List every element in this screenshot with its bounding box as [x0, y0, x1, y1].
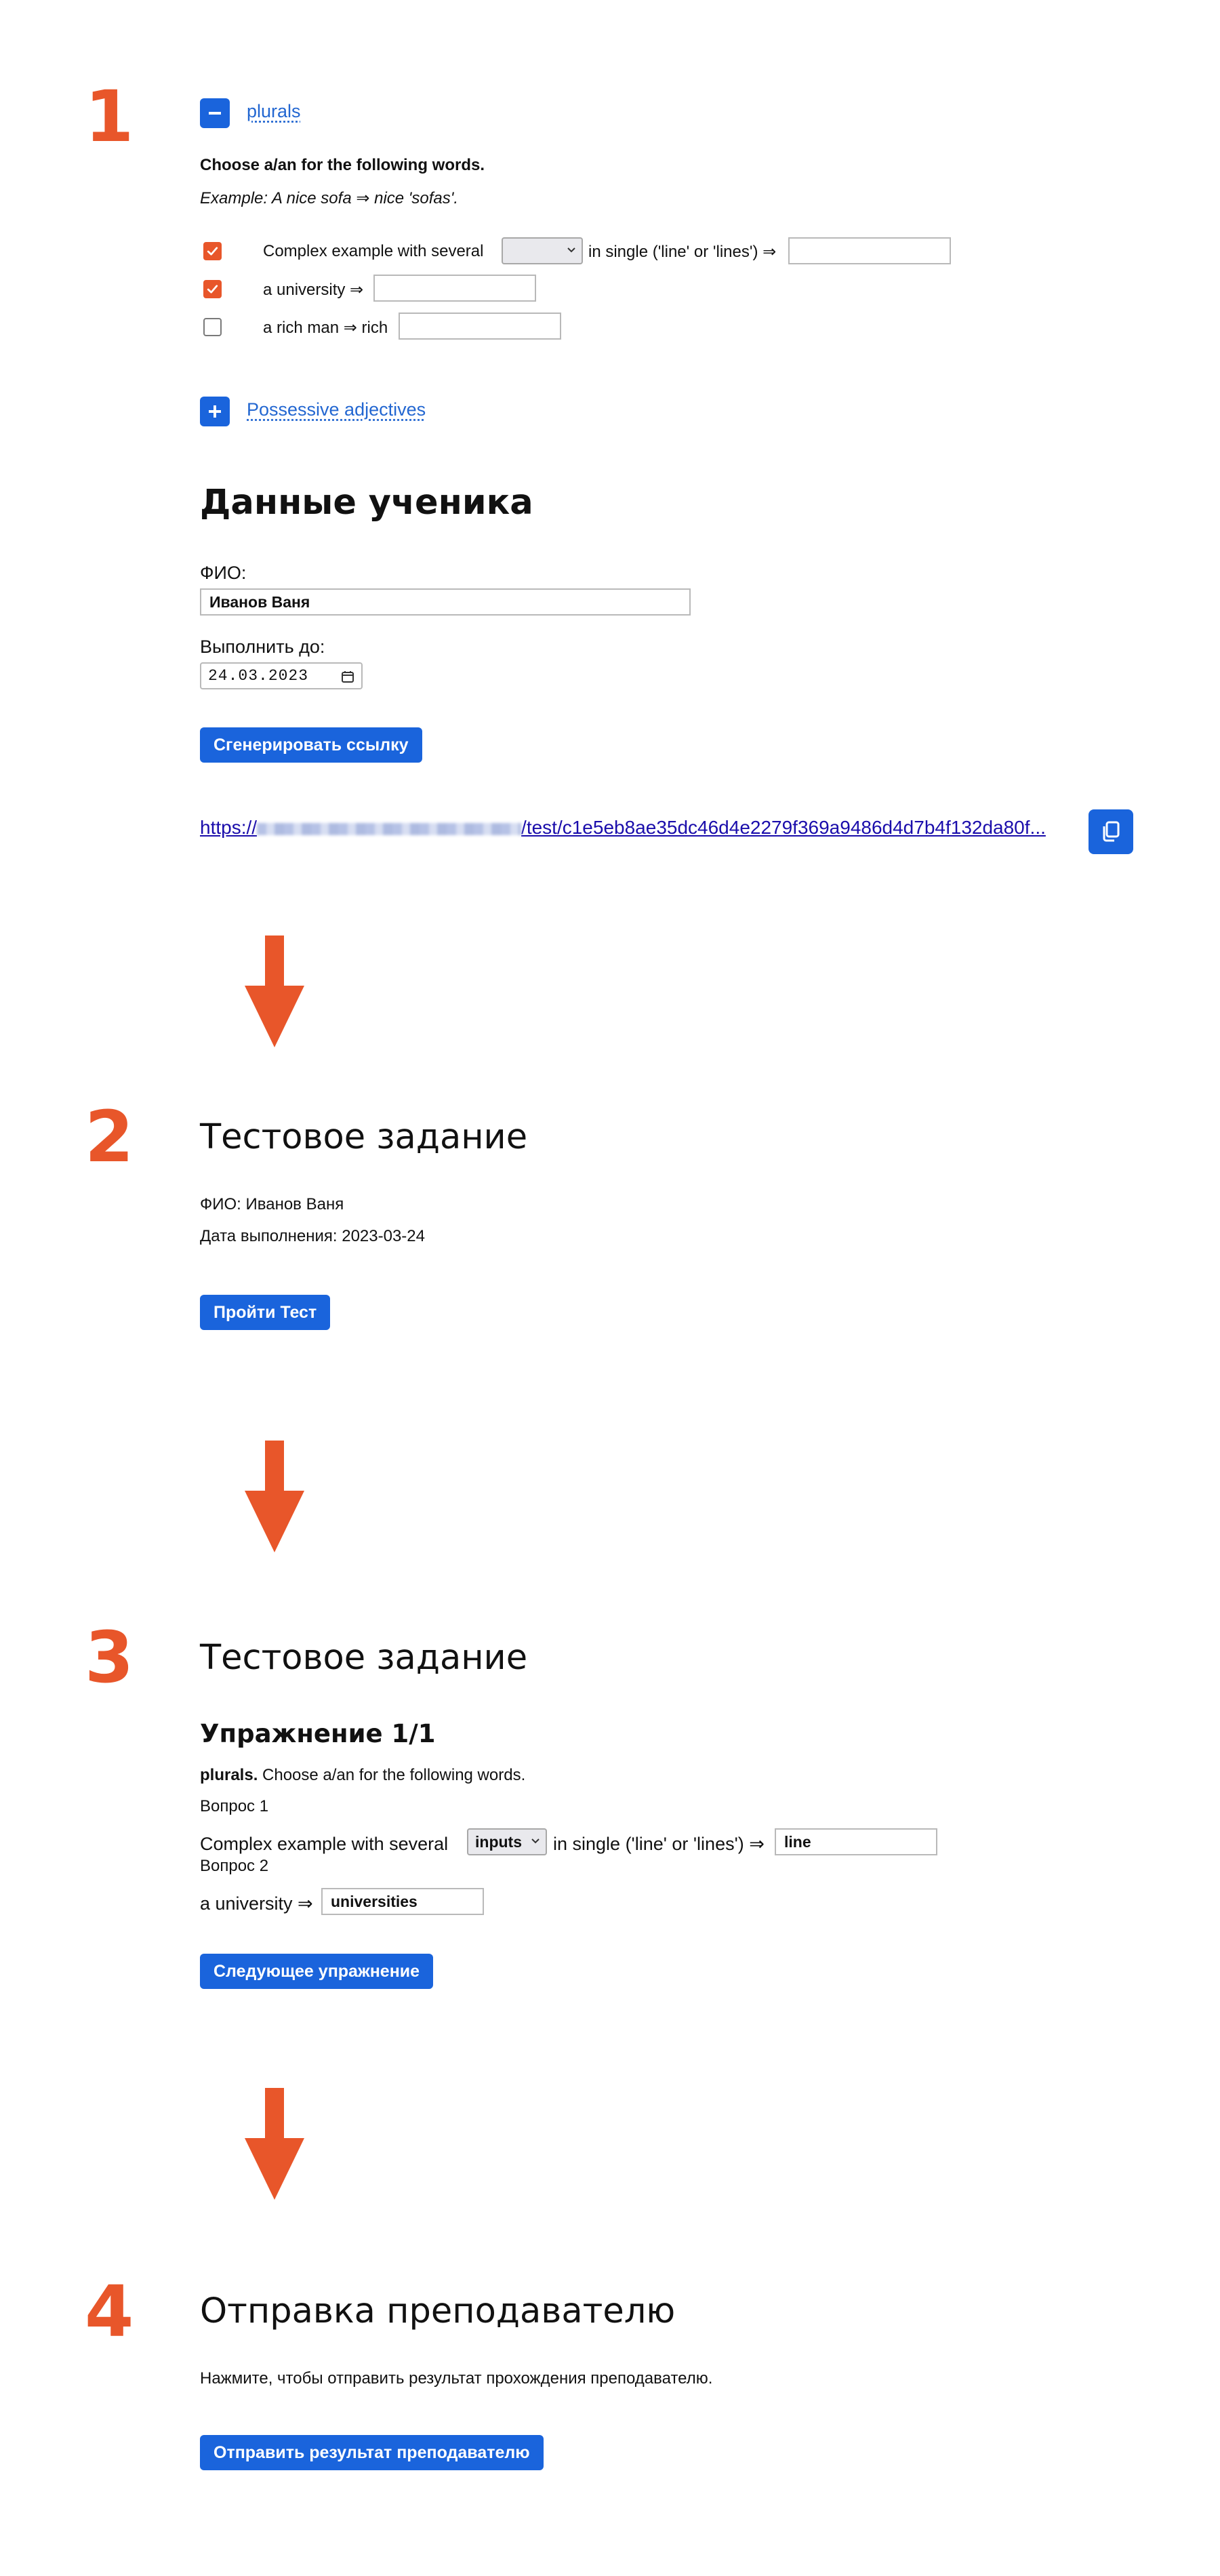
q1-prefix: Complex example with several: [200, 1834, 449, 1854]
q1-select-value: inputs: [475, 1832, 522, 1851]
name-label: ФИО:: [200, 563, 247, 583]
exercise-topic: plurals. Choose a/an for the following w…: [200, 1766, 525, 1785]
step-number-4: 4: [85, 2270, 134, 2353]
row1-prefix: Complex example with several: [263, 242, 484, 260]
plus-icon: [209, 405, 221, 418]
task-example: Example: A nice sofa ⇒ nice 'sofas'.: [200, 189, 458, 207]
student-heading: Данные ученика: [200, 483, 533, 523]
topic-link-plurals[interactable]: plurals: [247, 101, 301, 122]
arrow-down-icon: [245, 935, 304, 1047]
row2-prefix: a university ⇒: [263, 281, 364, 299]
due-date-value: 24.03.2023: [208, 667, 309, 685]
link-prefix: https://: [200, 817, 258, 838]
row1-answer-input[interactable]: [788, 237, 951, 264]
question-1-label: Вопрос 1: [200, 1797, 269, 1815]
task-instruction: Choose a/an for the following words.: [200, 156, 485, 174]
name-input[interactable]: [200, 588, 691, 616]
chevron-down-icon: [531, 1838, 540, 1844]
row2-checkbox[interactable]: [203, 280, 222, 298]
send-description: Нажмите, чтобы отправить результат прохо…: [200, 2369, 713, 2388]
q1-middle: in single ('line' or 'lines') ⇒: [553, 1834, 765, 1854]
checkmark-icon: [207, 247, 218, 256]
row3-prefix: a rich man ⇒ rich: [263, 319, 388, 337]
exercise-heading: Тестовое задание: [200, 1638, 528, 1678]
row3-checkbox[interactable]: [203, 318, 222, 336]
row1-select[interactable]: [502, 237, 583, 264]
row1-checkbox[interactable]: [203, 242, 222, 260]
row2-answer-input[interactable]: [373, 275, 536, 302]
q2-answer-input[interactable]: [321, 1888, 484, 1915]
minus-icon: [209, 112, 221, 115]
generate-link-button[interactable]: Сгенерировать ссылку: [200, 727, 422, 763]
expand-possessive-button[interactable]: [200, 397, 230, 426]
step-number-3: 3: [85, 1616, 134, 1699]
step-number-2: 2: [85, 1095, 134, 1178]
due-date-input[interactable]: 24.03.2023: [200, 662, 363, 689]
question-2-label: Вопрос 2: [200, 1857, 269, 1875]
q2-prefix: a university ⇒: [200, 1893, 313, 1914]
calendar-icon[interactable]: [341, 670, 354, 683]
topic-link-possessive[interactable]: Possessive adjectives: [247, 399, 426, 420]
arrow-down-icon: [245, 2088, 304, 2200]
next-exercise-button[interactable]: Следующее упражнение: [200, 1954, 434, 1989]
row3-answer-input[interactable]: [399, 313, 561, 340]
arrow-down-icon: [245, 1441, 304, 1552]
chevron-down-icon: [567, 247, 575, 253]
redacted-host: [257, 822, 522, 835]
send-heading: Отправка преподавателю: [200, 2291, 676, 2331]
exercise-topic-name: plurals.: [200, 1766, 258, 1784]
q1-select[interactable]: inputs: [467, 1828, 547, 1855]
collapse-plurals-button[interactable]: [200, 98, 230, 128]
step-number-1: 1: [85, 75, 134, 158]
test-intro-heading: Тестовое задание: [200, 1117, 528, 1157]
row1-middle: in single ('line' or 'lines') ⇒: [588, 243, 777, 261]
due-date-label: Выполнить до:: [200, 637, 325, 657]
exercise-topic-text: Choose a/an for the following words.: [258, 1766, 526, 1784]
test-intro-date: Дата выполнения: 2023-03-24: [200, 1227, 425, 1245]
exercise-subheading: Упражнение 1/1: [200, 1719, 436, 1748]
checkmark-icon: [207, 285, 218, 294]
start-test-button[interactable]: Пройти Тест: [200, 1295, 331, 1330]
generated-test-link[interactable]: https:// /test/c1e5eb8ae35dc46d4e2279f369…: [200, 817, 1071, 839]
copy-icon: [1103, 821, 1120, 842]
link-suffix: /test/c1e5eb8ae35dc46d4e2279f369a9486d4d…: [521, 817, 1046, 838]
test-intro-name: ФИО: Иванов Ваня: [200, 1195, 344, 1213]
send-result-button[interactable]: Отправить результат преподавателю: [200, 2435, 544, 2470]
q1-answer-input[interactable]: [775, 1828, 937, 1855]
copy-link-button[interactable]: [1089, 809, 1133, 854]
